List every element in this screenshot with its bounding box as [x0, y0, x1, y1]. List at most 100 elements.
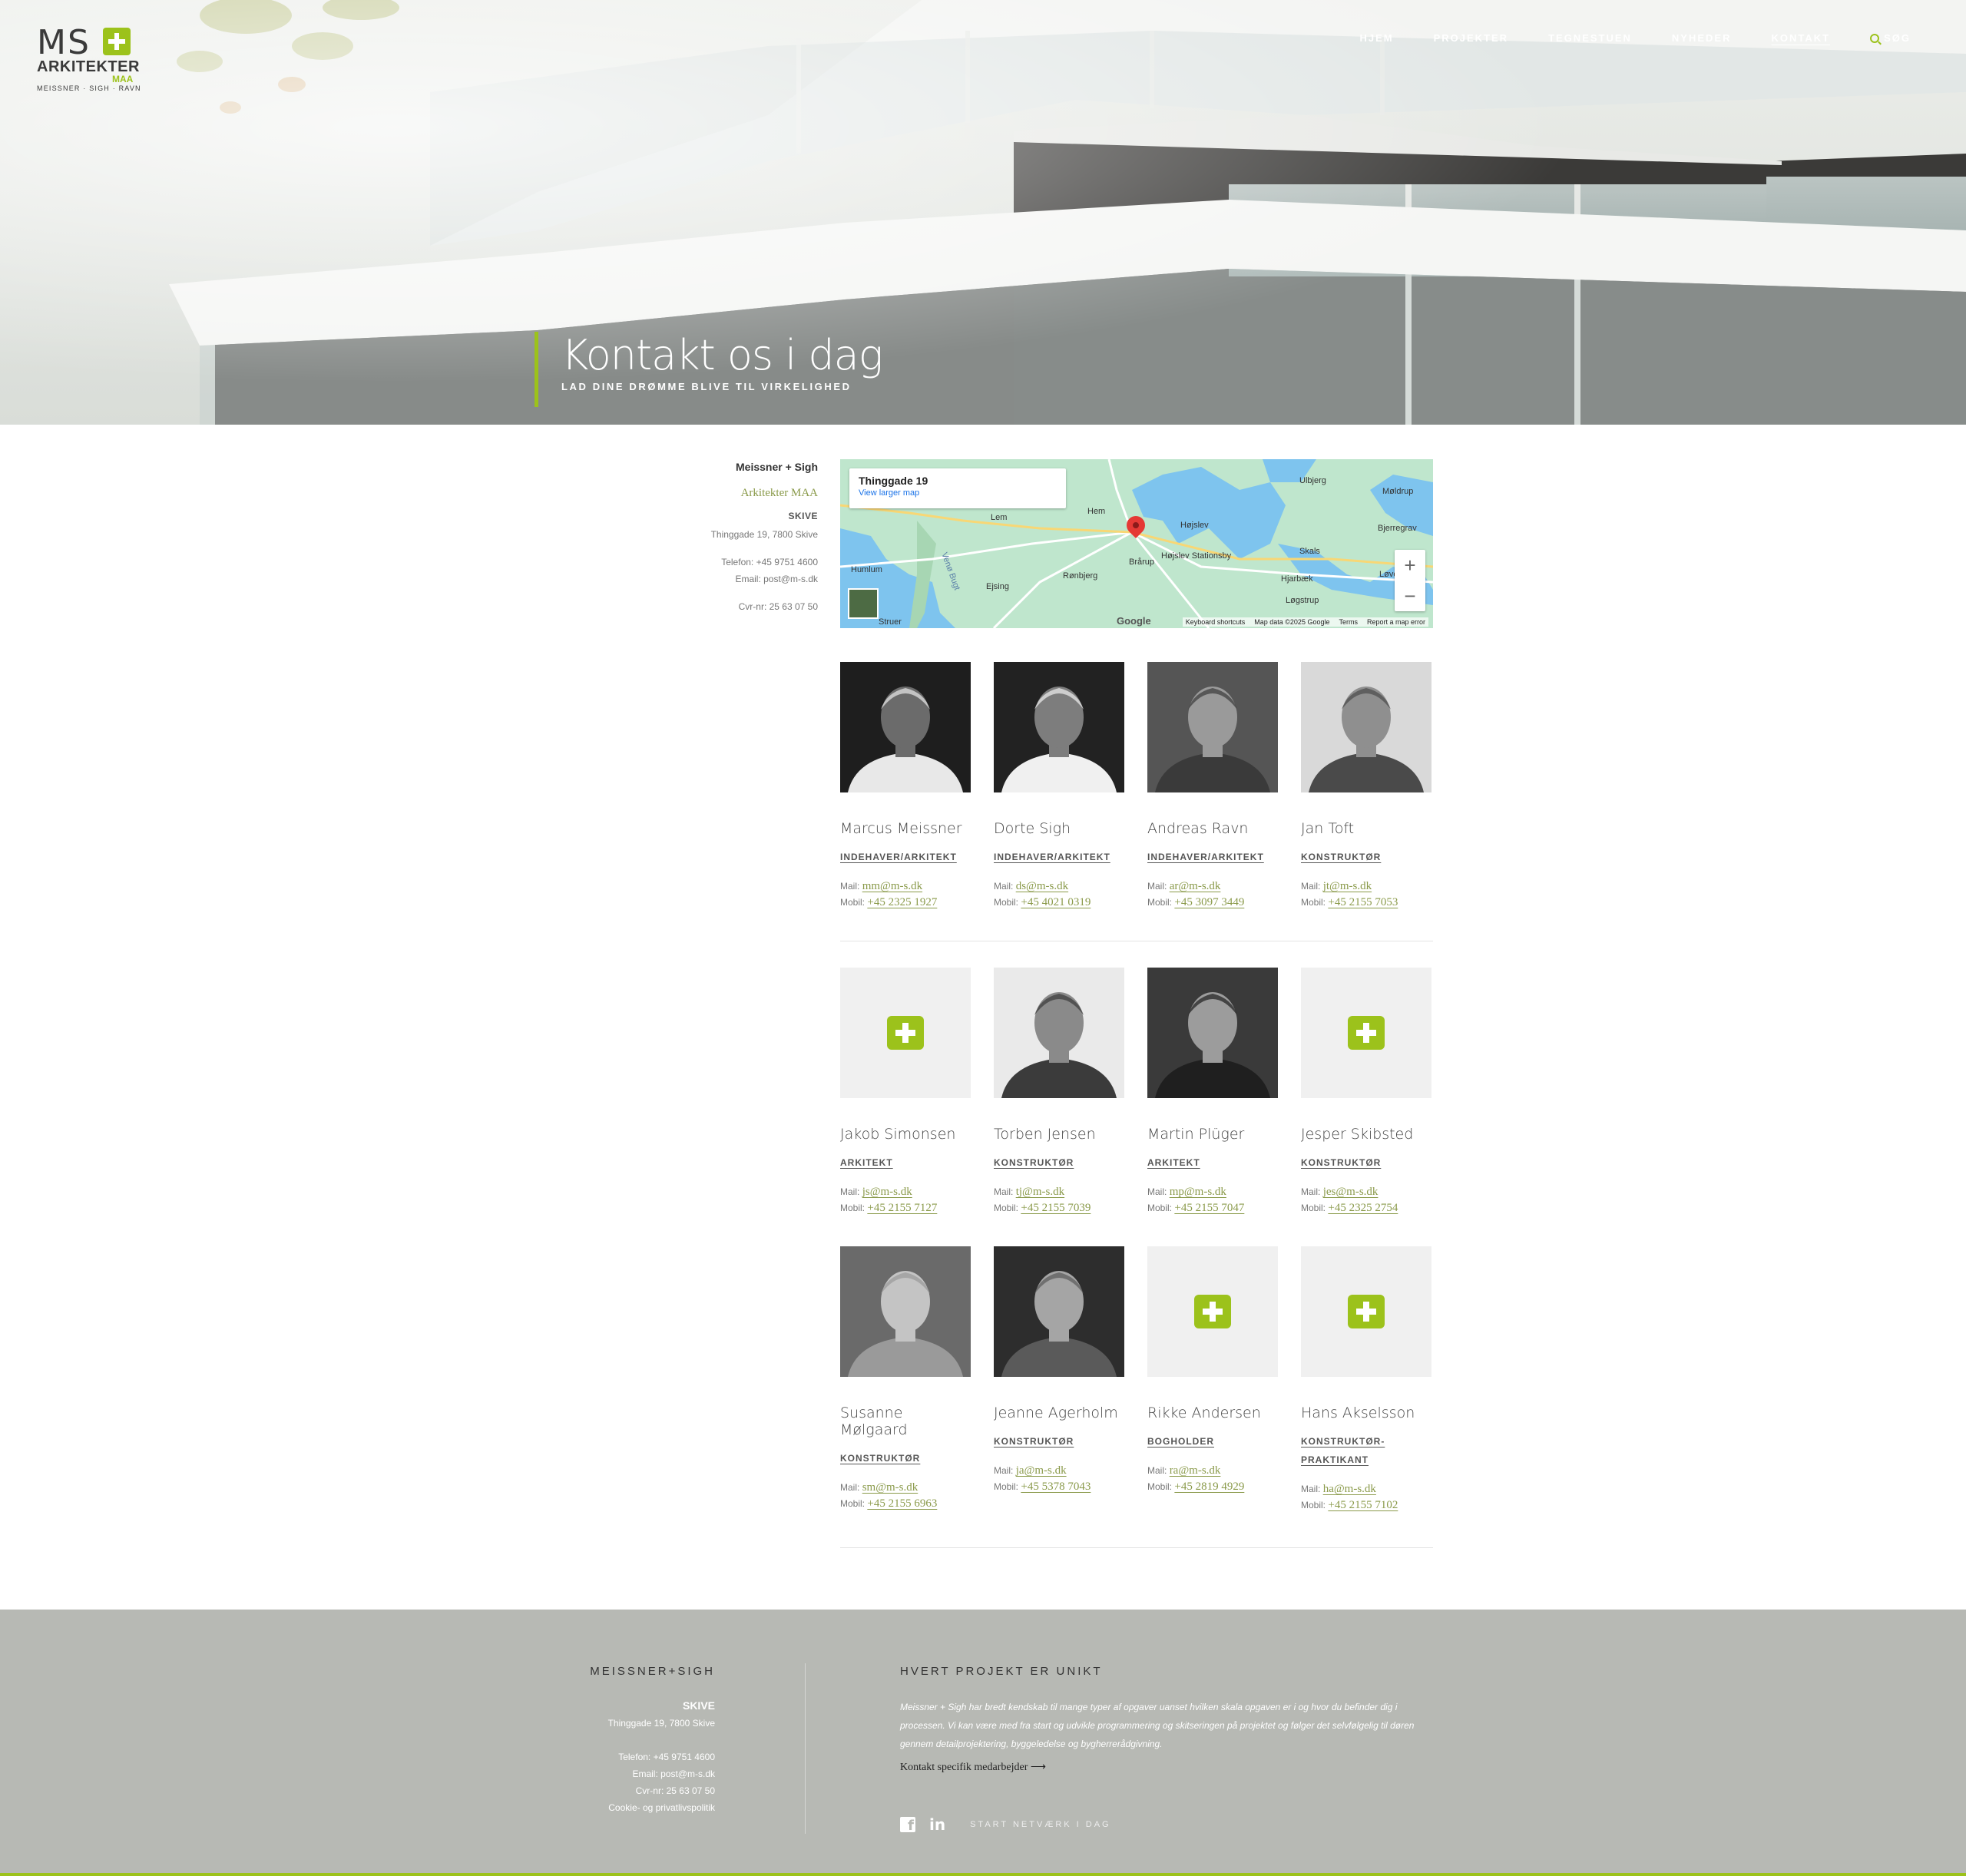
- google-map[interactable]: Thinggade 19 View larger map Lem Hem Høj…: [840, 459, 1433, 628]
- staff-mail-link[interactable]: jt@m-s.dk: [1323, 880, 1372, 892]
- staff-mail-link[interactable]: jes@m-s.dk: [1323, 1186, 1379, 1198]
- zoom-out-button[interactable]: −: [1395, 581, 1425, 611]
- linkedin-icon[interactable]: in: [929, 1815, 945, 1834]
- staff-card: Susanne Mølgaard KONSTRUKTØR Mail: sm@m-s.…: [840, 1246, 971, 1510]
- nav-nyheder[interactable]: NYHEDER: [1672, 32, 1732, 44]
- hero-banner: MS ARKITEKTER MAA MEISSNER · SIGH · RAVN…: [0, 0, 1966, 425]
- staff-mail-link[interactable]: ha@m-s.dk: [1323, 1483, 1376, 1495]
- staff-mobile-link[interactable]: +45 2325 1927: [867, 896, 937, 908]
- mobile-prefix: Mobil:: [994, 1481, 1019, 1492]
- building-hero-image: [0, 0, 1966, 425]
- staff-mail-link[interactable]: js@m-s.dk: [862, 1186, 912, 1198]
- staff-role[interactable]: KONSTRUKTØR-PRAKTIKANT: [1301, 1432, 1431, 1469]
- staff-mobile-line: Mobil: +45 2155 7127: [840, 1202, 971, 1215]
- staff-role[interactable]: BOGHOLDER: [1147, 1432, 1278, 1451]
- staff-card: Marcus Meissner INDEHAVER/ARKITEKT Mail: m…: [840, 662, 971, 909]
- map-place-card: Thinggade 19 View larger map: [849, 468, 1066, 508]
- mobile-prefix: Mobil:: [1147, 897, 1173, 908]
- map-keyboard-shortcuts[interactable]: Keyboard shortcuts: [1186, 618, 1246, 626]
- staff-mail-link[interactable]: tj@m-s.dk: [1016, 1186, 1064, 1198]
- social-links: in START NETVÆRK I DAG: [900, 1815, 1111, 1834]
- map-label: Højslev: [1180, 521, 1209, 530]
- plus-icon: [1194, 1295, 1231, 1328]
- nav-tegnestuen[interactable]: TEGNESTUEN: [1548, 32, 1632, 44]
- staff-role[interactable]: INDEHAVER/ARKITEKT: [840, 848, 971, 866]
- footer-address: Thinggade 19, 7800 Skive: [607, 1718, 715, 1729]
- contact-employee-link[interactable]: Kontakt specifik medarbejder ⟶: [900, 1761, 1430, 1774]
- cookie-policy-link[interactable]: Cookie- og privatlivspolitik: [538, 1802, 715, 1813]
- nav-kontakt[interactable]: KONTAKT: [1772, 32, 1831, 44]
- footer-right-heading: HVERT PROJEKT ER UNIKT: [900, 1665, 1103, 1678]
- staff-card: Jan Toft KONSTRUKTØR Mail: jt@m-s.dk Mobil:…: [1301, 662, 1431, 909]
- staff-photo: [840, 662, 971, 792]
- staff-mobile-link[interactable]: +45 2155 7047: [1174, 1202, 1244, 1214]
- staff-photo-placeholder: [1301, 1246, 1431, 1377]
- staff-mail-line: Mail: mm@m-s.dk: [840, 880, 971, 893]
- staff-mail-link[interactable]: mp@m-s.dk: [1170, 1186, 1226, 1198]
- mail-prefix: Mail:: [1301, 881, 1321, 892]
- map-zoom-controls: + −: [1395, 550, 1425, 611]
- nav-hjem[interactable]: HJEM: [1359, 32, 1393, 44]
- staff-mobile-link[interactable]: +45 2155 7039: [1021, 1202, 1091, 1214]
- staff-mail-link[interactable]: ds@m-s.dk: [1016, 880, 1068, 892]
- mail-prefix: Mail:: [1147, 1465, 1167, 1476]
- staff-photo-placeholder: [1301, 968, 1431, 1098]
- staff-mail-line: Mail: ra@m-s.dk: [1147, 1464, 1278, 1477]
- staff-mobile-link[interactable]: +45 2155 7053: [1328, 896, 1398, 908]
- staff-photo: [994, 1246, 1124, 1377]
- main-nav: HJEM PROJEKTER TEGNESTUEN NYHEDER KONTAK…: [1359, 32, 1911, 44]
- staff-mail-link[interactable]: ra@m-s.dk: [1170, 1464, 1221, 1477]
- staff-mail-link[interactable]: ar@m-s.dk: [1170, 880, 1221, 892]
- staff-mobile-link[interactable]: +45 2155 7127: [867, 1202, 937, 1214]
- nav-projekter[interactable]: PROJEKTER: [1434, 32, 1508, 44]
- map-label: Rønbjerg: [1063, 571, 1098, 581]
- staff-mail-line: Mail: jt@m-s.dk: [1301, 880, 1431, 893]
- google-logo: Google: [1117, 615, 1151, 627]
- plus-icon: [887, 1016, 924, 1050]
- map-label: Lem: [991, 513, 1008, 522]
- company-logo[interactable]: MS ARKITEKTER MAA MEISSNER · SIGH · RAVN: [37, 26, 141, 95]
- staff-mobile-link[interactable]: +45 2819 4929: [1174, 1481, 1244, 1493]
- map-report-error-link[interactable]: Report a map error: [1367, 618, 1425, 626]
- staff-mobile-link[interactable]: +45 2155 6963: [867, 1497, 937, 1510]
- staff-mail-link[interactable]: mm@m-s.dk: [862, 880, 922, 892]
- mobile-prefix: Mobil:: [994, 1203, 1019, 1213]
- staff-role[interactable]: INDEHAVER/ARKITEKT: [1147, 848, 1278, 866]
- staff-mobile-link[interactable]: +45 2325 2754: [1328, 1202, 1398, 1214]
- facebook-icon[interactable]: [900, 1817, 915, 1834]
- staff-mail-line: Mail: ja@m-s.dk: [994, 1464, 1124, 1477]
- staff-mobile-link[interactable]: +45 4021 0319: [1021, 896, 1091, 908]
- staff-mail-link[interactable]: sm@m-s.dk: [862, 1481, 918, 1494]
- company-city: SKIVE: [788, 511, 818, 521]
- nav-search[interactable]: SØG: [1870, 32, 1911, 44]
- mail-prefix: Mail:: [1147, 881, 1167, 892]
- staff-role[interactable]: ARKITEKT: [1147, 1153, 1278, 1172]
- staff-role[interactable]: KONSTRUKTØR: [994, 1153, 1124, 1172]
- map-terms-link[interactable]: Terms: [1339, 618, 1358, 626]
- mobile-prefix: Mobil:: [1301, 897, 1326, 908]
- plus-icon: [1348, 1295, 1385, 1328]
- staff-name: Martin Plüger: [1147, 1126, 1245, 1143]
- staff-role[interactable]: KONSTRUKTØR: [994, 1432, 1124, 1451]
- staff-card: Hans Akselsson KONSTRUKTØR-PRAKTIKANT Mail…: [1301, 1246, 1431, 1512]
- staff-role[interactable]: KONSTRUKTØR: [840, 1449, 971, 1467]
- mobile-prefix: Mobil:: [1301, 1500, 1326, 1510]
- mail-prefix: Mail:: [994, 1186, 1014, 1197]
- mobile-prefix: Mobil:: [840, 1203, 866, 1213]
- company-name: Meissner + Sigh: [736, 461, 818, 473]
- staff-mobile-link[interactable]: +45 2155 7102: [1328, 1499, 1398, 1511]
- logo-maa: MAA: [112, 74, 134, 84]
- staff-role[interactable]: INDEHAVER/ARKITEKT: [994, 848, 1124, 866]
- map-satellite-toggle[interactable]: [848, 588, 879, 619]
- mobile-prefix: Mobil:: [1147, 1481, 1173, 1492]
- staff-mobile-link[interactable]: +45 5378 7043: [1021, 1481, 1091, 1493]
- staff-role[interactable]: KONSTRUKTØR: [1301, 1153, 1431, 1172]
- staff-mobile-link[interactable]: +45 3097 3449: [1174, 896, 1244, 908]
- staff-mail-link[interactable]: ja@m-s.dk: [1016, 1464, 1067, 1477]
- map-footer: Google Keyboard shortcuts Map data ©2025…: [840, 615, 1433, 628]
- staff-role[interactable]: ARKITEKT: [840, 1153, 971, 1172]
- view-larger-map-link[interactable]: View larger map: [859, 488, 1057, 498]
- staff-role[interactable]: KONSTRUKTØR: [1301, 848, 1431, 866]
- zoom-in-button[interactable]: +: [1395, 550, 1425, 581]
- staff-card: Dorte Sigh INDEHAVER/ARKITEKT Mail: ds@m-s…: [994, 662, 1124, 909]
